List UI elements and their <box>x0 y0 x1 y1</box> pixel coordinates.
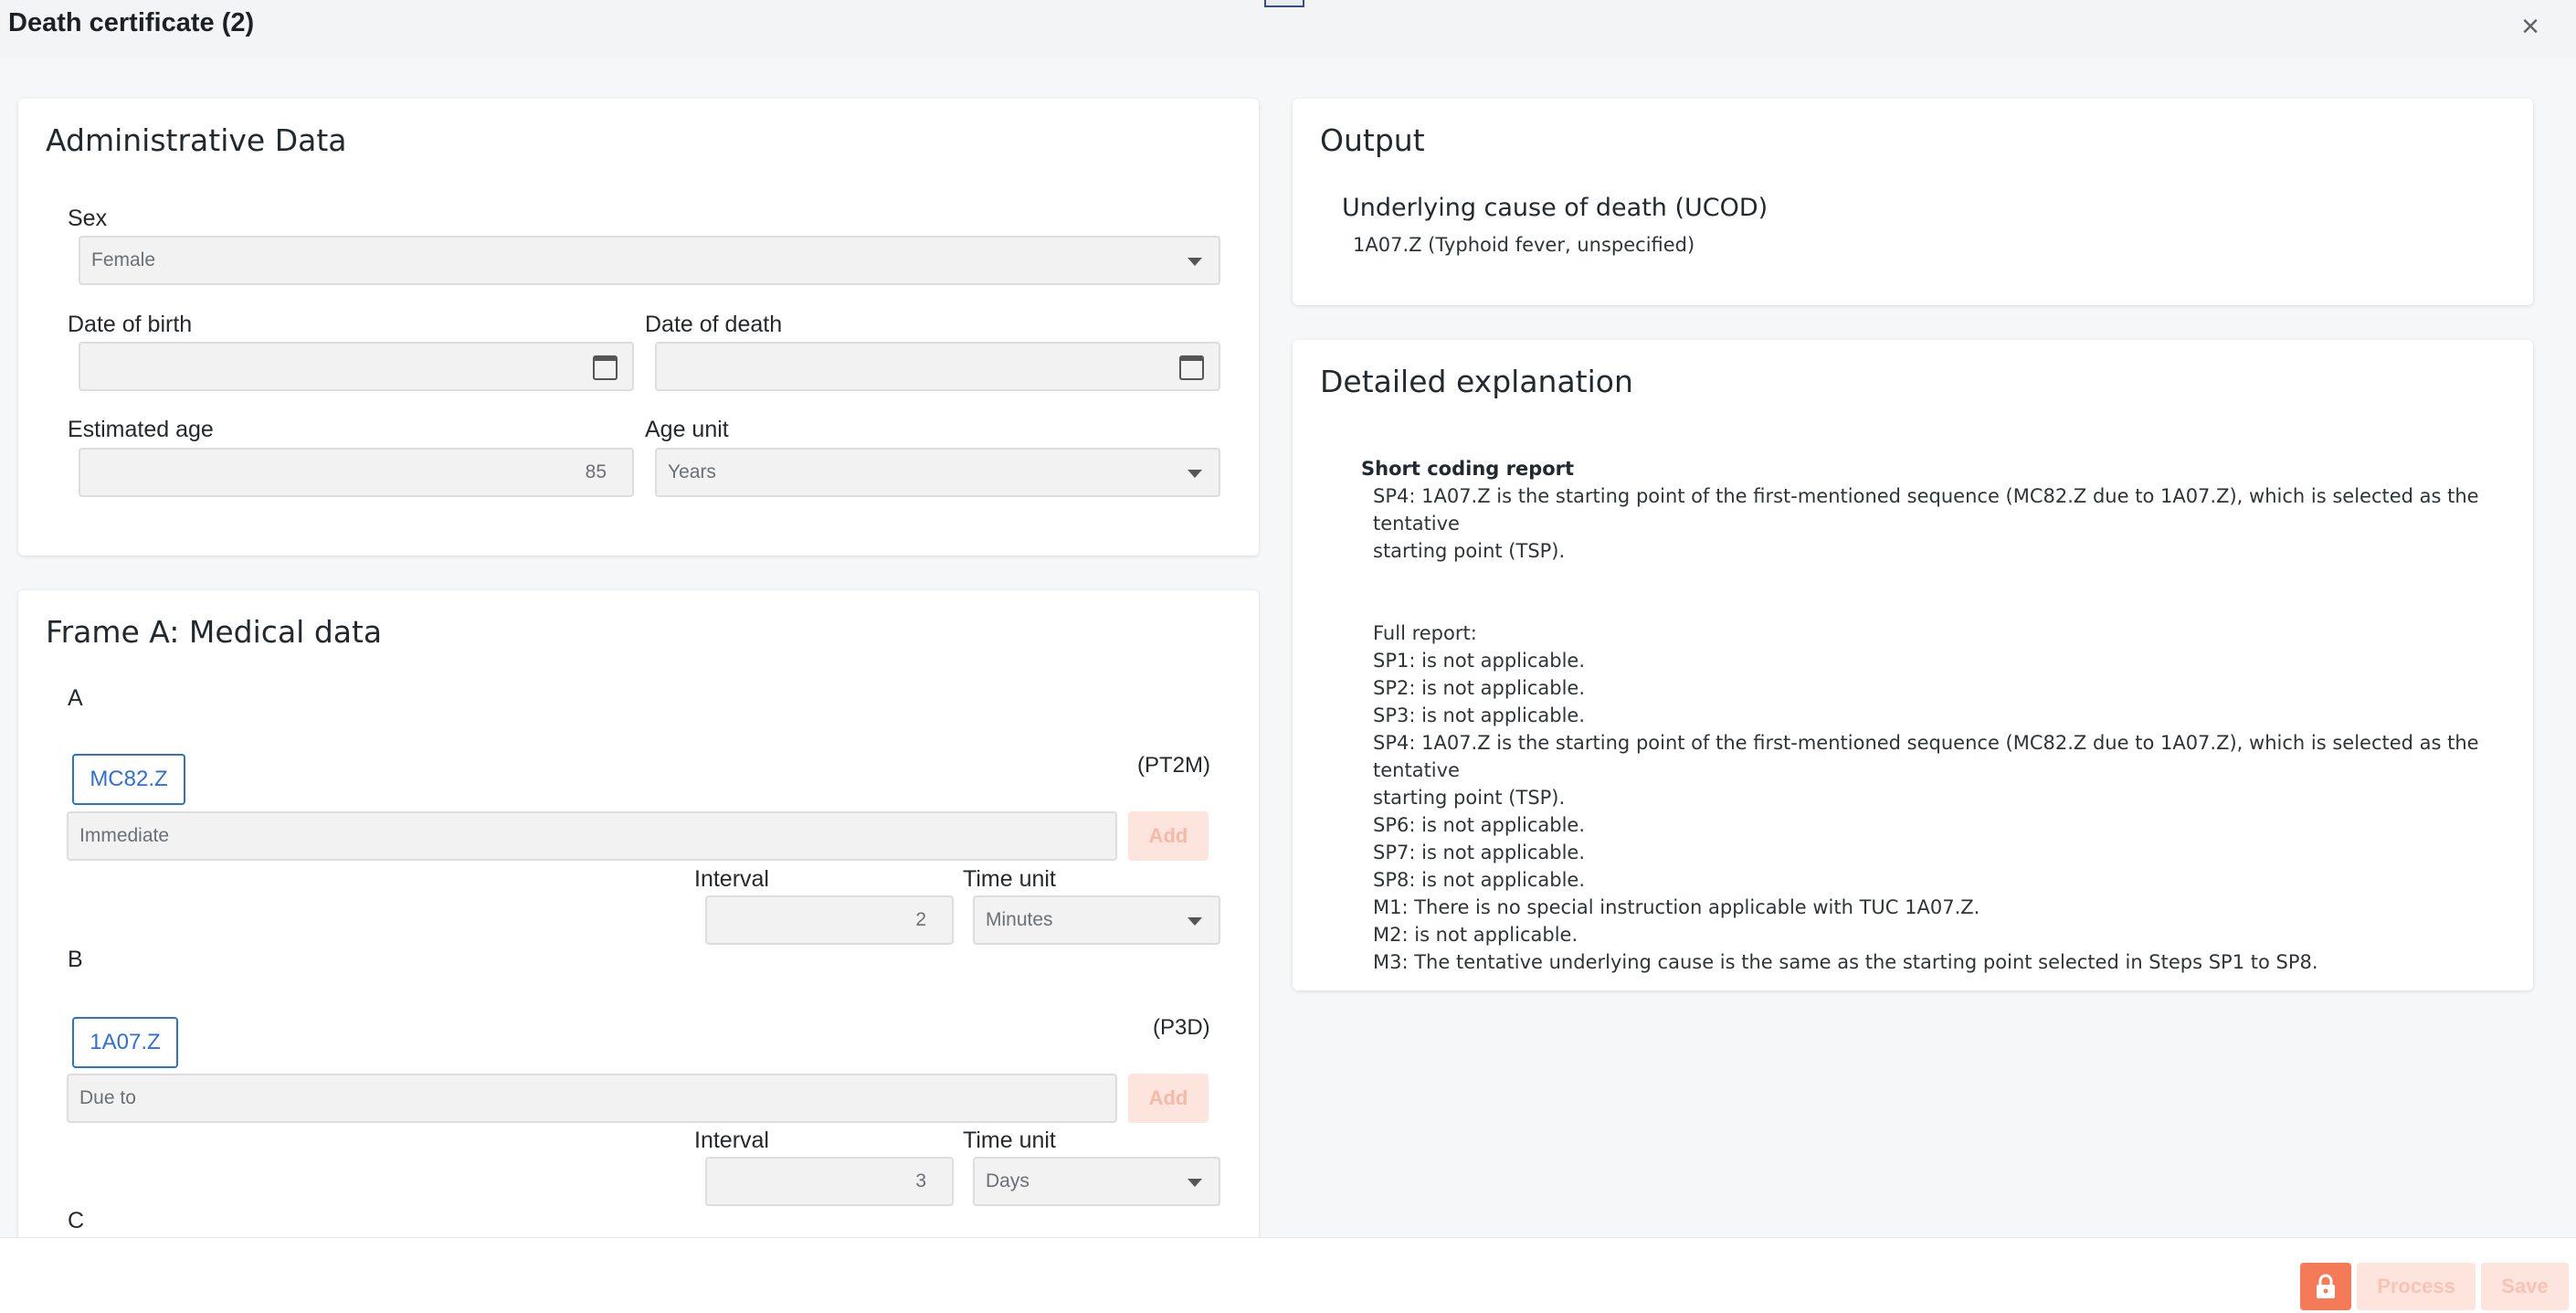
full-report-title: Full report: <box>1373 622 1477 644</box>
date-of-death-input[interactable] <box>655 342 1220 391</box>
sex-value: Female <box>91 249 156 270</box>
dialog-header: Death certificate (2) × <box>0 0 2576 58</box>
line-c-label: C <box>68 1208 85 1234</box>
full-report-line: starting point (TSP). <box>1373 787 1566 809</box>
full-report-line: SP2: is not applicable. <box>1373 677 1585 699</box>
detailed-explanation-card: Detailed explanation Short coding report… <box>1293 340 2533 990</box>
estimated-age-value: 85 <box>585 461 607 482</box>
process-button[interactable]: Process <box>2357 1263 2476 1310</box>
full-report-line: SP4: 1A07.Z is the starting point of the… <box>1373 732 2479 781</box>
line-b-cause-input[interactable]: Due to <box>67 1074 1117 1123</box>
age-unit-select[interactable]: Years <box>655 448 1220 497</box>
chevron-down-icon <box>1188 1179 1202 1187</box>
administrative-data-heading: Administrative Data <box>46 122 347 158</box>
full-report-line: SP8: is not applicable. <box>1373 869 1585 891</box>
coding-report: Short coding report SP4: 1A07.Z is the s… <box>1361 455 2485 976</box>
full-report-line: SP6: is not applicable. <box>1373 814 1585 836</box>
ucod-title: Underlying cause of death (UCOD) <box>1342 194 1768 222</box>
full-report-line: SP7: is not applicable. <box>1373 842 1585 863</box>
line-b-interval-input[interactable]: 3 <box>705 1157 954 1206</box>
full-report-line: SP1: is not applicable. <box>1373 650 1585 672</box>
date-of-birth-input[interactable] <box>79 342 634 391</box>
age-unit-value: Years <box>668 461 716 482</box>
line-b-time-unit-select[interactable]: Days <box>973 1157 1220 1206</box>
close-icon[interactable]: × <box>2514 11 2547 44</box>
date-of-death-label: Date of death <box>645 312 783 337</box>
save-button[interactable]: Save <box>2481 1263 2569 1310</box>
line-a-placeholder: Immediate <box>79 825 170 846</box>
frame-a-medical-data-card: Frame A: Medical data A MC82.Z (PT2M) Im… <box>18 590 1259 1285</box>
line-b-duration: (P3D) <box>1153 1015 1210 1040</box>
line-b-interval-value: 3 <box>915 1170 926 1191</box>
line-b-interval-label: Interval <box>694 1128 769 1153</box>
administrative-data-card: Administrative Data Sex Female Date of b… <box>18 99 1259 556</box>
line-a-time-unit-value: Minutes <box>986 909 1053 930</box>
short-coding-report-title: Short coding report <box>1361 458 1575 480</box>
drag-handle[interactable] <box>1264 0 1304 7</box>
line-a-interval-label: Interval <box>694 866 769 892</box>
line-b-placeholder: Due to <box>79 1087 136 1108</box>
frame-a-heading: Frame A: Medical data <box>46 614 383 650</box>
line-a-time-unit-label: Time unit <box>963 866 1056 892</box>
output-card: Output Underlying cause of death (UCOD) … <box>1293 99 2533 305</box>
estimated-age-input[interactable]: 85 <box>79 448 634 497</box>
code-chip-mc82z[interactable]: MC82.Z <box>72 754 185 805</box>
ucod-value: 1A07.Z (Typhoid fever, unspecified) <box>1353 234 1695 256</box>
line-b-label: B <box>68 947 83 972</box>
code-chip-1a07z[interactable]: 1A07.Z <box>72 1017 178 1068</box>
line-a-label: A <box>68 685 83 711</box>
calendar-icon[interactable] <box>1179 355 1204 380</box>
line-a-interval-input[interactable]: 2 <box>705 895 954 945</box>
age-unit-label: Age unit <box>645 417 729 442</box>
line-a-cause-input[interactable]: Immediate <box>67 811 1117 861</box>
line-b-time-unit-value: Days <box>986 1170 1029 1191</box>
lock-button[interactable] <box>2300 1263 2351 1310</box>
line-a-time-unit-select[interactable]: Minutes <box>973 895 1220 945</box>
chevron-down-icon <box>1188 258 1202 266</box>
detailed-explanation-heading: Detailed explanation <box>1320 364 1633 399</box>
line-a-interval-value: 2 <box>915 909 926 930</box>
date-of-birth-label: Date of birth <box>68 312 193 337</box>
full-report-line: M3: The tentative underlying cause is th… <box>1373 951 2318 973</box>
line-a-add-button[interactable]: Add <box>1128 811 1209 861</box>
chevron-down-icon <box>1188 470 1202 478</box>
calendar-icon[interactable] <box>593 355 618 380</box>
line-a-duration: (PT2M) <box>1137 753 1210 778</box>
full-report-line: SP3: is not applicable. <box>1373 704 1585 726</box>
short-report-line: SP4: 1A07.Z is the starting point of the… <box>1373 485 2479 535</box>
estimated-age-label: Estimated age <box>68 417 214 442</box>
dialog-footer: Process Save <box>0 1237 2576 1313</box>
lock-icon <box>2317 1274 2335 1298</box>
dialog-title: Death certificate (2) <box>8 8 255 37</box>
line-b-time-unit-label: Time unit <box>963 1128 1056 1153</box>
sex-label: Sex <box>68 206 108 231</box>
line-b-add-button[interactable]: Add <box>1128 1074 1209 1123</box>
short-report-line: starting point (TSP). <box>1373 540 1566 562</box>
output-heading: Output <box>1320 122 1425 158</box>
full-report-line: M2: is not applicable. <box>1373 924 1578 946</box>
full-report-line: M1: There is no special instruction appl… <box>1373 896 1980 918</box>
chevron-down-icon <box>1188 917 1202 926</box>
sex-select[interactable]: Female <box>79 236 1220 285</box>
